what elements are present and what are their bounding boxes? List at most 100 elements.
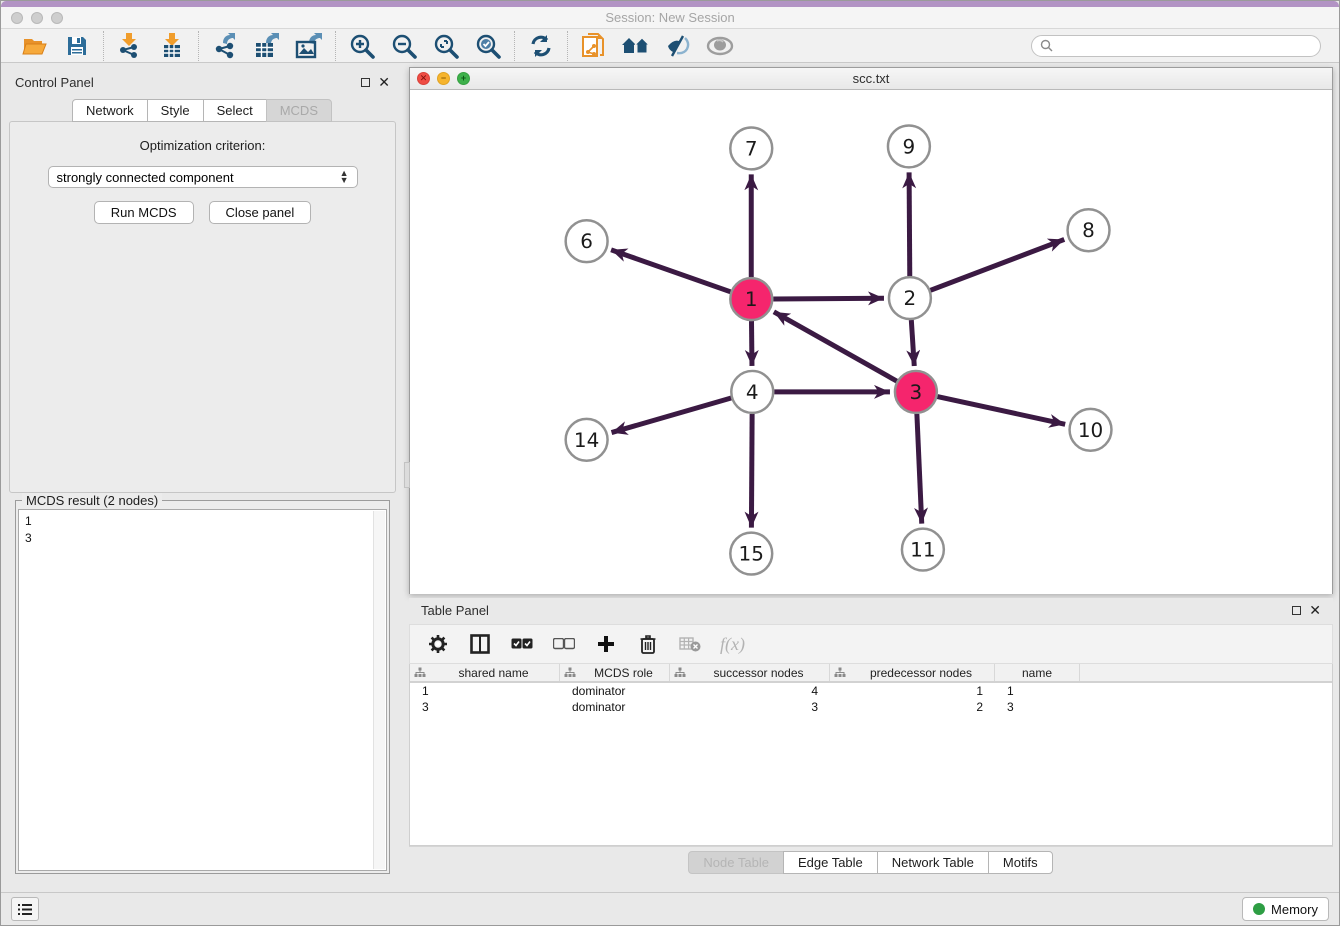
application-window: Session: New Session xyxy=(0,0,1340,926)
settings-gear-icon[interactable] xyxy=(426,632,450,656)
export-network-icon[interactable] xyxy=(209,32,241,60)
close-panel-icon[interactable]: ✕ xyxy=(378,75,390,89)
table-cell[interactable]: dominator xyxy=(560,683,670,699)
graph-edge-1-2[interactable] xyxy=(773,298,884,299)
network-window-titlebar: ✕ − + scc.txt xyxy=(410,68,1332,90)
graph-node-label: 8 xyxy=(1082,218,1095,242)
export-image-icon[interactable] xyxy=(293,32,325,60)
table-cell[interactable]: dominator xyxy=(560,699,670,715)
table-cell[interactable]: 1 xyxy=(995,683,1080,699)
zoom-fit-icon[interactable] xyxy=(430,32,462,60)
graph-node-label: 6 xyxy=(580,229,593,253)
graph-node-label: 15 xyxy=(739,542,764,566)
float-panel-icon[interactable] xyxy=(361,78,370,87)
export-table-icon[interactable] xyxy=(251,32,283,60)
add-column-icon[interactable] xyxy=(594,632,618,656)
mcds-result-group: MCDS result (2 nodes) 1 3 xyxy=(15,500,390,874)
mcds-result-title: MCDS result (2 nodes) xyxy=(22,493,162,508)
column-header-predecessor-nodes[interactable]: predecessor nodes xyxy=(830,664,995,681)
optimization-criterion-value: strongly connected component xyxy=(57,170,234,185)
graph-edge-2-8[interactable] xyxy=(930,239,1064,290)
close-panel-button[interactable]: Close panel xyxy=(209,201,312,224)
import-table-icon[interactable] xyxy=(156,32,188,60)
tab-node-table[interactable]: Node Table xyxy=(688,851,784,874)
search-icon xyxy=(1040,39,1053,52)
memory-button[interactable]: Memory xyxy=(1242,897,1329,921)
tab-network-table[interactable]: Network Table xyxy=(877,851,989,874)
table-tabs: Node Table Edge Table Network Table Moti… xyxy=(409,846,1333,876)
search-input[interactable] xyxy=(1058,39,1312,53)
refresh-icon[interactable] xyxy=(525,32,557,60)
optimization-criterion-select[interactable]: strongly connected component ▲▼ xyxy=(48,166,358,188)
duplicate-network-icon[interactable] xyxy=(578,32,610,60)
tab-select[interactable]: Select xyxy=(203,99,267,122)
table-cell[interactable]: 3 xyxy=(995,699,1080,715)
workspace: Control Panel ✕ Network Style Select MCD… xyxy=(1,63,1339,892)
delete-table-icon[interactable] xyxy=(678,632,702,656)
titlebar: Session: New Session xyxy=(1,7,1339,29)
column-layout-icon[interactable] xyxy=(468,632,492,656)
tab-motifs[interactable]: Motifs xyxy=(988,851,1053,874)
save-session-icon[interactable] xyxy=(61,32,93,60)
graph-node-label: 2 xyxy=(904,286,917,310)
graph-edge-4-15[interactable] xyxy=(751,414,752,528)
control-panel: Control Panel ✕ Network Style Select MCD… xyxy=(1,63,404,885)
task-history-button[interactable] xyxy=(11,897,39,921)
column-header-shared-name[interactable]: shared name xyxy=(410,664,560,681)
table-cell[interactable]: 3 xyxy=(670,699,830,715)
home-icon[interactable] xyxy=(620,32,652,60)
network-canvas[interactable]: 7968124314101511 xyxy=(410,90,1332,594)
graph-edge-4-14[interactable] xyxy=(612,398,732,433)
tab-mcds[interactable]: MCDS xyxy=(266,99,332,122)
control-panel-title: Control Panel xyxy=(15,75,94,90)
table-row[interactable]: 1dominator411 xyxy=(410,683,1332,699)
mcds-result-textarea[interactable]: 1 3 xyxy=(18,509,387,871)
graph-node-label: 9 xyxy=(903,134,916,158)
tab-edge-table[interactable]: Edge Table xyxy=(783,851,878,874)
column-header-mcds-role[interactable]: MCDS role xyxy=(560,664,670,681)
open-session-icon[interactable] xyxy=(19,32,51,60)
attribute-icon xyxy=(414,667,426,678)
column-header-successor-nodes[interactable]: successor nodes xyxy=(670,664,830,681)
deselect-all-checks-icon[interactable] xyxy=(552,632,576,656)
table-cell[interactable]: 2 xyxy=(830,699,995,715)
table-row[interactable]: 3dominator323 xyxy=(410,699,1332,715)
task-list-icon xyxy=(17,903,33,916)
hide-panels-icon[interactable] xyxy=(662,32,694,60)
graph-edge-2-3[interactable] xyxy=(911,320,914,366)
import-network-icon[interactable] xyxy=(114,32,146,60)
table-cell[interactable]: 4 xyxy=(670,683,830,699)
graph-edge-3-11[interactable] xyxy=(917,414,922,524)
table-cell[interactable]: 1 xyxy=(830,683,995,699)
network-view-window: ✕ − + scc.txt 7968124314101511 xyxy=(409,67,1333,594)
zoom-out-icon[interactable] xyxy=(388,32,420,60)
result-scrollbar[interactable] xyxy=(373,511,385,869)
status-bar: Memory xyxy=(1,892,1339,925)
delete-column-icon[interactable] xyxy=(636,632,660,656)
graph-edge-3-10[interactable] xyxy=(937,397,1065,425)
close-table-panel-icon[interactable]: ✕ xyxy=(1309,603,1321,617)
show-panels-icon[interactable] xyxy=(704,32,736,60)
graph-edge-1-6[interactable] xyxy=(611,250,730,292)
splitter-handle[interactable] xyxy=(404,462,410,488)
table-cell[interactable]: 3 xyxy=(410,699,560,715)
table-cell[interactable]: 1 xyxy=(410,683,560,699)
zoom-in-icon[interactable] xyxy=(346,32,378,60)
search-field[interactable] xyxy=(1031,35,1321,57)
tab-style[interactable]: Style xyxy=(147,99,204,122)
column-header-name[interactable]: name xyxy=(995,664,1080,681)
attribute-icon xyxy=(674,667,686,678)
graph-edge-3-1[interactable] xyxy=(774,312,897,381)
select-all-checks-icon[interactable] xyxy=(510,632,534,656)
node-table-header: shared name MCDS role successor nodes pr… xyxy=(410,664,1332,683)
control-panel-tabs: Network Style Select MCDS xyxy=(1,99,404,122)
graph-node-label: 7 xyxy=(745,136,758,160)
tab-network[interactable]: Network xyxy=(72,99,148,122)
run-mcds-button[interactable]: Run MCDS xyxy=(94,201,194,224)
zoom-selected-icon[interactable] xyxy=(472,32,504,60)
graph-edge-2-9[interactable] xyxy=(909,172,910,276)
graph-node-label: 14 xyxy=(574,428,599,452)
graph-node-label: 4 xyxy=(746,380,759,404)
function-builder-icon[interactable]: f(x) xyxy=(720,634,745,655)
float-table-panel-icon[interactable] xyxy=(1292,606,1301,615)
